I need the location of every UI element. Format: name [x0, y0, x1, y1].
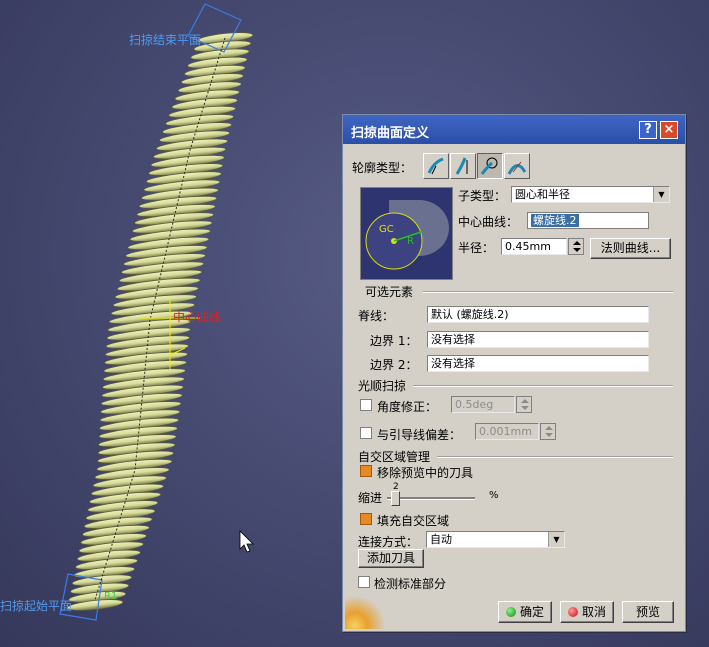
center-curve-value: 螺旋线.2 [531, 214, 579, 227]
preview-gc-label: GC [379, 224, 394, 235]
circle-profile-icon [480, 157, 498, 175]
smooth-group-label: 光顺扫掠 [358, 379, 407, 393]
dialog-title: 扫掠曲面定义 [351, 126, 430, 141]
help-button[interactable]: ? [639, 121, 657, 139]
spine-label: 脊线： [358, 309, 395, 323]
dialog-titlebar[interactable]: 扫掠曲面定义 ? × [343, 115, 685, 144]
chevron-down-icon[interactable]: ▼ [653, 187, 669, 202]
fill-label: 填充自交区域 [377, 514, 450, 528]
self-intersection-group-label: 自交区域管理 [358, 450, 431, 464]
deviation-label: 与引导线偏差： [377, 428, 462, 442]
radius-input[interactable]: 0.45mm [501, 238, 567, 255]
angle-correction-spinner[interactable] [516, 396, 532, 413]
step-slider[interactable]: 2 [387, 482, 477, 506]
deviation-input[interactable]: 0.001mm [475, 423, 539, 440]
add-tool-button[interactable]: 添加刀具 [358, 549, 424, 568]
remove-tools-label: 移除预览中的刀具 [377, 466, 474, 480]
profile-preview-image: GC R [360, 187, 453, 280]
chevron-down-icon[interactable]: ▼ [548, 532, 564, 547]
deviation-spinner[interactable] [540, 423, 556, 440]
green-ok-icon [505, 607, 516, 617]
self-intersection-divider [437, 456, 673, 458]
boundary1-field[interactable]: 没有选择 [427, 331, 649, 348]
radius-spinner[interactable] [568, 238, 584, 255]
center-curve-field[interactable]: 螺旋线.2 [527, 212, 649, 229]
explicit-profile-button[interactable] [423, 153, 449, 179]
conic-profile-icon [507, 161, 527, 175]
boundary1-label: 边界 1： [370, 334, 418, 348]
canonical-label: 检测标准部分 [374, 577, 447, 591]
explicit-profile-icon [427, 157, 444, 175]
preview-r-label: R [407, 236, 414, 247]
smooth-group-divider [413, 385, 673, 387]
mouse-cursor-icon [239, 530, 254, 553]
step-label: 缩进 [358, 491, 383, 505]
connection-label: 连接方式： [358, 535, 419, 549]
boundary2-field[interactable]: 没有选择 [427, 355, 649, 372]
radius-label: 半径： [458, 241, 495, 255]
center-curve-field-label: 中心曲线： [458, 215, 519, 229]
law-curve-button[interactable]: 法则曲线... [590, 238, 671, 259]
cancel-button-label: 取消 [581, 605, 606, 619]
step-value: 2 [393, 482, 399, 492]
line-profile-icon [455, 157, 468, 175]
ok-button-label: 确定 [519, 605, 544, 619]
step-unit: % [489, 490, 499, 501]
line-profile-button[interactable] [450, 153, 476, 179]
connection-value: 自动 [430, 533, 452, 546]
small-axis-label: R1 [104, 591, 118, 602]
sweep-surface-dialog: 扫掠曲面定义 ? × 轮廓类型： GC R 子类型： 圆心和半径 ▼ 中心曲线：… [342, 114, 686, 632]
step-slider-track [387, 497, 475, 500]
fill-checkbox[interactable] [360, 513, 372, 525]
boundary2-label: 边界 2： [370, 358, 418, 372]
spine-field[interactable]: 默认 (螺旋线.2) [427, 306, 649, 323]
sweep-end-label: 扫掠结束平面 [129, 33, 202, 47]
remove-tools-checkbox[interactable] [360, 465, 372, 477]
optional-group-divider [423, 291, 673, 293]
step-slider-thumb[interactable] [391, 491, 400, 506]
angle-correction-label: 角度修正： [377, 400, 438, 414]
canonical-checkbox[interactable] [358, 576, 370, 588]
conic-profile-button[interactable] [504, 153, 530, 179]
deviation-checkbox[interactable] [360, 427, 372, 439]
cancel-button[interactable]: 取消 [560, 601, 614, 623]
corner-decoration-image [345, 595, 395, 629]
connection-select[interactable]: 自动 ▼ [426, 531, 565, 548]
profile-type-label: 轮廓类型： [352, 161, 413, 175]
subtype-value: 圆心和半径 [515, 188, 570, 201]
subtype-label: 子类型： [458, 189, 507, 203]
close-button[interactable]: × [660, 121, 678, 139]
circle-profile-button[interactable] [477, 153, 503, 179]
preview-button[interactable]: 预览 [622, 601, 674, 623]
subtype-select[interactable]: 圆心和半径 ▼ [511, 186, 670, 203]
angle-correction-checkbox[interactable] [360, 399, 372, 411]
red-cancel-icon [567, 607, 578, 617]
angle-correction-input[interactable]: 0.5deg [451, 396, 515, 413]
center-curve-label: 中心曲线 [173, 310, 222, 324]
sweep-start-label: 扫掠起始平面 [0, 599, 73, 613]
optional-group-label: 可选元素 [365, 285, 414, 299]
ok-button[interactable]: 确定 [498, 601, 552, 623]
